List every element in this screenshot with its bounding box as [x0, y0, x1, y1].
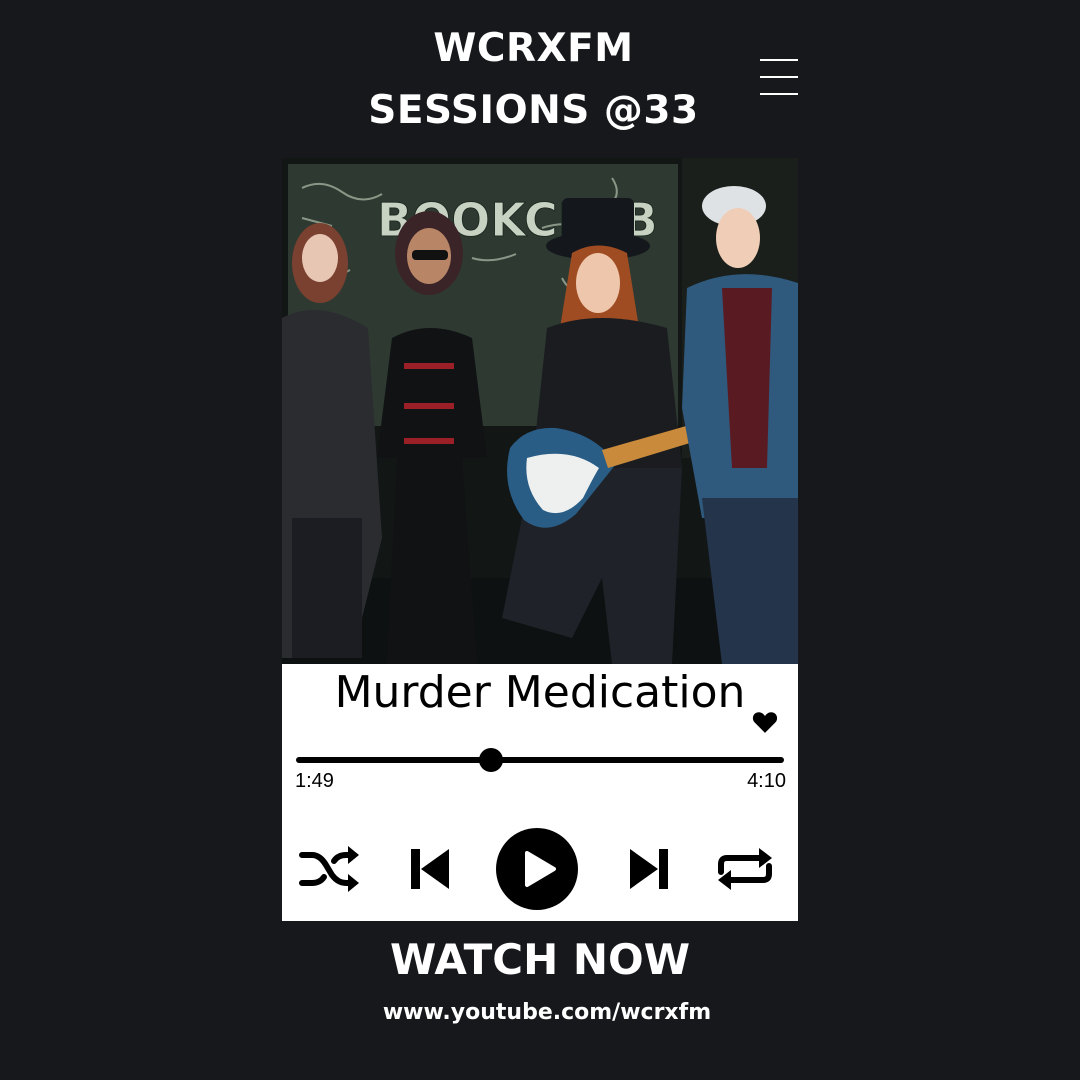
play-icon — [525, 851, 556, 887]
watch-now-heading: WATCH NOW — [389, 935, 691, 984]
progress-knob[interactable] — [479, 748, 504, 772]
track-title: Murder Medication — [334, 667, 746, 718]
play-button[interactable] — [496, 828, 578, 910]
time-total: 4:10 — [747, 770, 786, 792]
youtube-link[interactable]: www.youtube.com/wcrxfm — [0, 998, 1080, 1028]
skip-previous-icon[interactable] — [409, 847, 451, 891]
repeat-icon[interactable] — [715, 846, 775, 892]
header-line-2: SESSIONS @33 — [368, 88, 699, 133]
hamburger-menu-icon[interactable] — [758, 57, 800, 97]
skip-next-icon[interactable] — [628, 847, 670, 891]
album-art: BOOKCLUB — [282, 158, 798, 664]
player-card: Murder Medication 1:49 4:10 — [282, 664, 798, 921]
heart-icon[interactable] — [752, 710, 778, 734]
header-title: WCRXFM SESSIONS @33 — [0, 18, 1067, 142]
time-elapsed: 1:49 — [295, 770, 334, 792]
progress-bar[interactable] — [296, 757, 784, 763]
header-line-1: WCRXFM — [433, 26, 634, 71]
band-photo: BOOKCLUB — [282, 158, 798, 664]
shuffle-icon[interactable] — [298, 845, 360, 893]
